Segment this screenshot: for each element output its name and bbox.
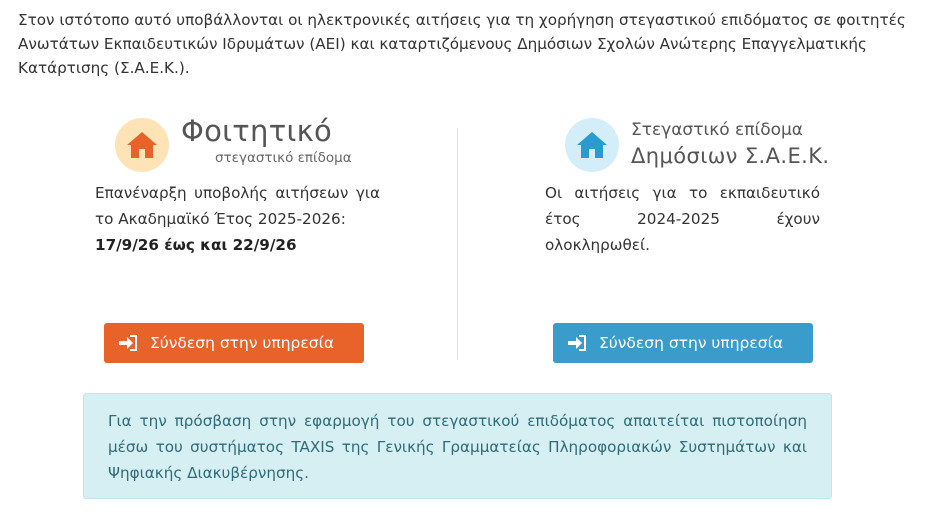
saek-logo: Στεγαστικό επίδομα Δημόσιων Σ.Α.Ε.Κ. [545, 110, 829, 180]
student-description-text: Επανέναρξη υποβολής αιτήσεων για το Ακαδ… [95, 184, 380, 228]
saek-description: Οι αιτήσεις για το εκπαιδευτικό έτος 202… [545, 184, 820, 254]
house-icon [577, 132, 607, 158]
student-logo-subtitle: στεγαστικό επίδομα [215, 150, 352, 166]
taxis-info-alert: Για την πρόσβαση στην εφαρμογή του στεγα… [83, 393, 832, 499]
saek-logo-title: Στεγαστικό επίδομα [631, 120, 804, 140]
saek-login-button[interactable]: Σύνδεση στην υπηρεσία [553, 323, 813, 363]
column-divider [457, 128, 458, 360]
student-logo-badge [115, 118, 169, 172]
sign-in-icon [119, 335, 137, 351]
student-section: Φοιτητικό στεγαστικό επίδομα Επανέναρξη … [95, 110, 380, 258]
saek-logo-subtitle: Δημόσιων Σ.Α.Ε.Κ. [631, 144, 830, 168]
sign-in-icon [568, 335, 586, 351]
saek-logo-badge [565, 118, 619, 172]
student-description: Επανέναρξη υποβολής αιτήσεων για το Ακαδ… [95, 180, 380, 258]
student-logo-title: Φοιτητικό [181, 114, 333, 148]
house-icon [127, 132, 157, 158]
intro-text: Στον ιστότοπο αυτό υποβάλλονται οι ηλεκτ… [18, 11, 906, 77]
saek-login-label: Σύνδεση στην υπηρεσία [599, 334, 784, 352]
student-login-label: Σύνδεση στην υπηρεσία [150, 334, 335, 352]
student-logo: Φοιτητικό στεγαστικό επίδομα [95, 110, 380, 180]
student-login-button[interactable]: Σύνδεση στην υπηρεσία [104, 323, 364, 363]
saek-section: Στεγαστικό επίδομα Δημόσιων Σ.Α.Ε.Κ. Οι … [545, 110, 829, 258]
taxis-info-text: Για την πρόσβαση στην εφαρμογή του στεγα… [108, 412, 807, 482]
student-dates: 17/9/26 έως και 22/9/26 [95, 236, 297, 254]
